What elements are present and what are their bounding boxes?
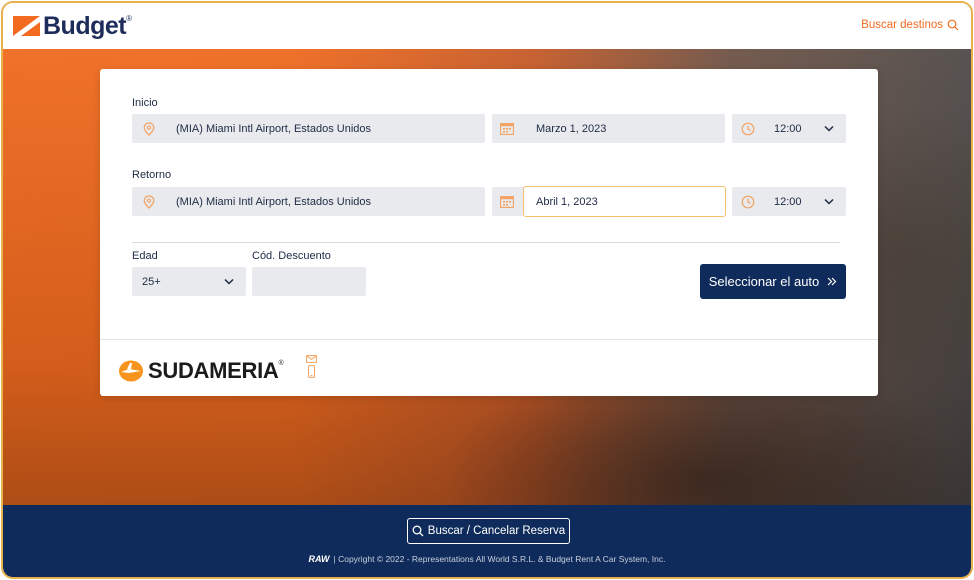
sudameria-trademark: ® bbox=[278, 360, 284, 367]
pickup-date-field[interactable]: Marzo 1, 2023 bbox=[492, 114, 725, 143]
clock-icon bbox=[732, 122, 764, 136]
discount-label: Cód. Descuento bbox=[252, 250, 331, 262]
age-value: 25+ bbox=[142, 275, 161, 288]
location-pin-icon bbox=[134, 121, 164, 136]
copyright-line: RAW | Copyright © 2022 - Representations… bbox=[3, 554, 971, 564]
brand-name: Budget bbox=[43, 11, 127, 40]
return-date-field[interactable]: Abril 1, 2023 bbox=[492, 186, 726, 217]
search-icon bbox=[947, 19, 959, 31]
card-footer: SUDAMERIA ® bbox=[100, 339, 878, 396]
booking-card: Inicio (MIA) Miami Intl Airport, Estados… bbox=[100, 69, 878, 396]
return-label: Retorno bbox=[132, 169, 172, 181]
pickup-time-select[interactable]: 12:00 bbox=[732, 114, 846, 143]
calendar-icon bbox=[500, 122, 514, 140]
envelope-icon[interactable] bbox=[306, 355, 317, 363]
age-select[interactable]: 25+ bbox=[132, 267, 246, 296]
select-car-label: Seleccionar el auto bbox=[708, 274, 820, 289]
pickup-location-field[interactable]: (MIA) Miami Intl Airport, Estados Unidos bbox=[132, 114, 485, 143]
raw-logo: RAW bbox=[308, 554, 330, 564]
pickup-time-value: 12:00 bbox=[774, 122, 802, 135]
budget-logo[interactable]: Budget ® bbox=[13, 12, 132, 40]
phone-icon[interactable] bbox=[306, 365, 317, 378]
app-frame: Budget ® Buscar destinos Inicio (MIA) Mi… bbox=[1, 1, 973, 579]
site-footer: Buscar / Cancelar Reserva RAW | Copyrigh… bbox=[3, 505, 971, 577]
sudameria-logo-mark-icon bbox=[119, 360, 143, 382]
sudameria-logo[interactable]: SUDAMERIA ® bbox=[118, 358, 284, 384]
search-destinations-link[interactable]: Buscar destinos bbox=[861, 19, 959, 31]
search-destinations-label: Buscar destinos bbox=[861, 19, 943, 31]
brand-trademark: ® bbox=[126, 14, 133, 23]
return-location-field[interactable]: (MIA) Miami Intl Airport, Estados Unidos bbox=[132, 187, 485, 216]
return-date-value[interactable]: Abril 1, 2023 bbox=[523, 186, 726, 217]
chevron-down-icon bbox=[824, 198, 834, 205]
copyright-text: | Copyright © 2022 - Representations All… bbox=[333, 554, 666, 564]
select-car-button[interactable]: Seleccionar el auto bbox=[700, 264, 846, 299]
manage-booking-label: Buscar / Cancelar Reserva bbox=[427, 525, 566, 537]
pickup-date-value: Marzo 1, 2023 bbox=[536, 122, 607, 135]
site-header: Budget ® Buscar destinos bbox=[3, 3, 971, 49]
budget-logo-mark-icon bbox=[13, 16, 40, 36]
contact-icons bbox=[306, 355, 317, 378]
age-label: Edad bbox=[132, 250, 158, 262]
sudameria-name: SUDAMERIA bbox=[148, 358, 279, 383]
chevron-down-icon bbox=[224, 278, 234, 285]
pickup-label: Inicio bbox=[132, 97, 158, 109]
return-location-value: (MIA) Miami Intl Airport, Estados Unidos bbox=[176, 195, 372, 208]
pickup-location-value: (MIA) Miami Intl Airport, Estados Unidos bbox=[176, 122, 372, 135]
return-time-select[interactable]: 12:00 bbox=[732, 187, 846, 216]
discount-code-input[interactable] bbox=[252, 267, 366, 296]
calendar-icon bbox=[500, 195, 514, 213]
return-time-value: 12:00 bbox=[774, 195, 802, 208]
form-divider bbox=[132, 242, 840, 243]
double-chevron-right-icon bbox=[827, 277, 837, 286]
clock-icon bbox=[732, 195, 764, 209]
chevron-down-icon bbox=[824, 125, 834, 132]
manage-booking-button[interactable]: Buscar / Cancelar Reserva bbox=[407, 518, 570, 544]
search-icon bbox=[412, 525, 424, 537]
location-pin-icon bbox=[134, 194, 164, 209]
